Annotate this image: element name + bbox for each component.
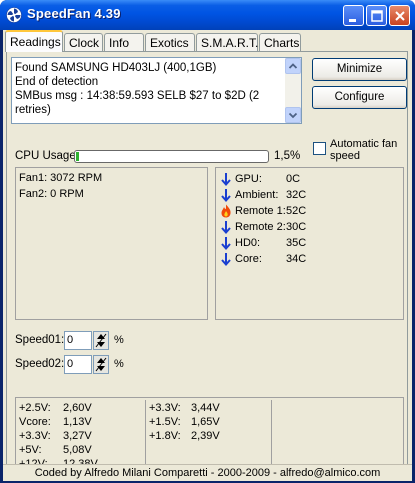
voltage-row: +3.3V: 3,27V (19, 430, 92, 442)
fans-box: Fan1: 3072 RPM Fan2: 0 RPM (15, 167, 208, 320)
minimize-window-button[interactable] (343, 5, 364, 26)
automatic-fan-speed-label: Automatic fan speed (330, 138, 398, 162)
minimize-icon (349, 19, 356, 22)
tab-clock[interactable]: Clock (64, 33, 103, 51)
temperatures-box: GPU: 0C Ambient: 32C Remote 1: 52C Remote 2… (215, 167, 404, 320)
cpu-usage-fill (76, 152, 79, 161)
temp-row: HD0: 35C (220, 235, 340, 251)
speed01-spinner[interactable] (93, 331, 109, 350)
spinner-arrows-icon (95, 357, 107, 372)
voltage-row: +3.3V: 3,44V (149, 402, 220, 414)
log-scrollbar[interactable] (285, 58, 301, 123)
client-area: Readings Clock Info Exotics S.M.A.R.T. C… (3, 30, 412, 480)
log-line: SMBus msg : 14:38:59.593 SELB $27 to $2D… (15, 90, 260, 116)
status-bar: Coded by Alfredo Milani Comparetti - 200… (3, 464, 412, 481)
temp-row: Remote 2: 30C (220, 219, 340, 235)
voltage-row: +2.5V: 2,60V (19, 402, 92, 414)
fan-reading: Fan1: 3072 RPM (19, 172, 103, 184)
title-bar[interactable]: SpeedFan 4.39 (0, 0, 415, 30)
speed01-label: Speed01: (15, 334, 65, 346)
fan-reading: Fan2: 0 RPM (19, 188, 84, 200)
temp-row: Remote 1: 52C (220, 203, 340, 219)
speed01-unit: % (114, 334, 124, 346)
flame-icon (221, 204, 231, 218)
maximize-icon (371, 10, 383, 22)
scroll-up-button[interactable] (285, 58, 301, 74)
chevron-down-icon (288, 112, 298, 119)
arrow-down-icon (221, 221, 231, 234)
voltage-row: +5V: 5,08V (19, 444, 92, 456)
log-box[interactable]: Found SAMSUNG HD403LJ (400,1GB) End of d… (11, 57, 302, 124)
speed02-input[interactable]: 0 (64, 355, 92, 374)
voltage-row: +1.5V: 1,65V (149, 416, 220, 428)
voltage-row: Vcore: 1,13V (19, 416, 92, 428)
log-line: End of detection (15, 76, 99, 88)
voltage-row: +1.8V: 2,39V (149, 430, 220, 442)
close-window-button[interactable] (389, 5, 410, 26)
scroll-down-button[interactable] (285, 107, 301, 123)
temp-row: Core: 34C (220, 251, 340, 267)
arrow-down-icon (221, 173, 231, 186)
temp-row: GPU: 0C (220, 171, 340, 187)
speed02-spinner[interactable] (93, 355, 109, 374)
tab-charts[interactable]: Charts (259, 33, 301, 51)
app-window: SpeedFan 4.39 Readings Clock Info Exotic… (0, 0, 415, 483)
tab-exotics[interactable]: Exotics (145, 33, 195, 51)
arrow-down-icon (221, 237, 231, 250)
tab-smart[interactable]: S.M.A.R.T. (196, 33, 258, 51)
cpu-usage-value: 1,5% (274, 150, 301, 162)
spinner-arrows-icon (95, 333, 107, 348)
chevron-up-icon (288, 63, 298, 69)
close-icon (395, 11, 405, 21)
window-title: SpeedFan 4.39 (27, 6, 121, 21)
configure-button[interactable]: Configure (312, 86, 407, 109)
tab-info[interactable]: Info (104, 33, 144, 51)
speed02-unit: % (114, 358, 124, 370)
cpu-usage-label: CPU Usage (15, 150, 76, 162)
speed02-label: Speed02: (15, 358, 65, 370)
automatic-fan-speed-checkbox[interactable] (313, 142, 326, 155)
log-line: Found SAMSUNG HD403LJ (400,1GB) (15, 62, 217, 74)
readings-panel: Found SAMSUNG HD403LJ (400,1GB) End of d… (6, 51, 408, 477)
maximize-window-button[interactable] (366, 5, 387, 26)
speed01-input[interactable]: 0 (64, 331, 92, 350)
cpu-usage-bar (74, 150, 269, 163)
arrow-down-icon (221, 253, 231, 266)
tab-strip: Readings Clock Info Exotics S.M.A.R.T. C… (3, 30, 412, 52)
fan-icon (6, 7, 22, 23)
arrow-down-icon (221, 189, 231, 202)
temp-row: Ambient: 32C (220, 187, 340, 203)
tab-readings[interactable]: Readings (5, 30, 63, 52)
minimize-button[interactable]: Minimize (312, 58, 407, 81)
